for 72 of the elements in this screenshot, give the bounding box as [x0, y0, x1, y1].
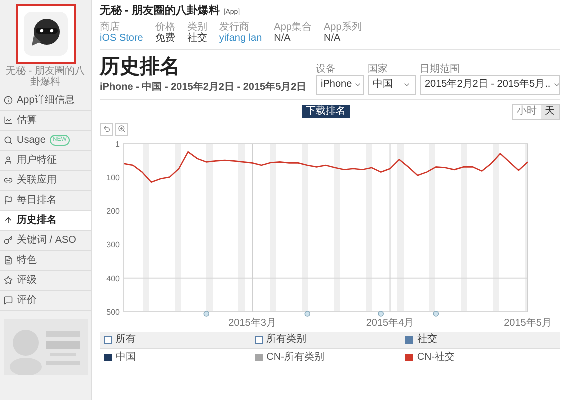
- menu-item-icon: [4, 156, 13, 165]
- menu-item-icon: [4, 136, 13, 145]
- legend-header-label: 社交: [417, 332, 438, 347]
- x-tick-label: 2015年4月: [366, 318, 414, 328]
- zoom-button[interactable]: [115, 122, 128, 136]
- checkbox[interactable]: [254, 336, 263, 344]
- legend-label: CN-所有类别: [266, 350, 324, 364]
- legend-header-label: 所有: [116, 332, 136, 347]
- sidebar-item[interactable]: App详细信息: [0, 91, 91, 111]
- sidebar-item[interactable]: 用户特征: [0, 151, 91, 171]
- filter-dropdown[interactable]: iPhone: [316, 74, 364, 94]
- note-marker-icon[interactable]: [433, 310, 440, 316]
- y-tick-label: 100: [106, 172, 120, 182]
- page-title: 历史排名: [100, 54, 181, 80]
- legend-header-label: 所有类别: [266, 332, 307, 347]
- filter-label: 设备: [316, 64, 337, 74]
- menu-item-icon: [4, 176, 13, 185]
- sidebar-item[interactable]: 关联应用: [0, 171, 91, 191]
- y-tick-label: 300: [106, 240, 120, 250]
- meta-label: App系列: [324, 22, 362, 32]
- page-subtitle: iPhone - 中国 - 2015年2月2日 - 2015年5月2日: [100, 80, 307, 94]
- granularity-tab[interactable]: 天: [541, 104, 559, 118]
- meta-label: 发行商: [219, 22, 250, 32]
- y-tick-label: 400: [106, 274, 120, 283]
- undo-icon: [102, 125, 110, 133]
- x-tick-label: 2015年3月: [228, 318, 276, 328]
- meta-value: 社交: [187, 32, 208, 44]
- note-marker-icon[interactable]: [204, 310, 210, 316]
- download-ranking-button[interactable]: 下载排名: [302, 105, 350, 118]
- zoom-icon: [118, 125, 126, 133]
- legend-label: CN-社交: [417, 350, 456, 364]
- menu-item-icon: [4, 296, 13, 305]
- meta-label: 价格: [155, 22, 176, 32]
- undo-button[interactable]: [100, 122, 113, 136]
- meta-value[interactable]: iOS Store: [100, 32, 144, 44]
- sidebar-item[interactable]: 评级: [0, 271, 91, 291]
- menu-item-icon: [4, 196, 13, 205]
- sidebar-item[interactable]: 关键词 / ASO: [0, 231, 91, 251]
- app-logo-icon: [24, 12, 68, 56]
- y-tick-label: 1: [116, 140, 120, 148]
- sidebar-item[interactable]: 特色: [0, 251, 91, 271]
- menu-item-icon: [4, 96, 13, 105]
- meta-value[interactable]: yifang lan: [219, 32, 262, 44]
- menu-item-icon: [4, 236, 13, 245]
- filter-label: 国家: [368, 64, 389, 74]
- meta-value: N/A: [274, 32, 291, 44]
- note-marker-icon[interactable]: [304, 310, 311, 316]
- y-tick-label: 500: [106, 308, 120, 316]
- x-tick-label: 2015年5月: [504, 318, 552, 328]
- filter-dropdown[interactable]: 2015年2月2日 - 2015年5月..: [420, 74, 560, 94]
- menu-item-icon: [4, 256, 13, 265]
- meta-value: N/A: [324, 32, 341, 44]
- note-marker-icon[interactable]: [378, 310, 384, 316]
- sidebar-item[interactable]: 评价: [0, 291, 91, 311]
- app-caption: 无秘 - 朋友圈的八卦爆料: [5, 66, 86, 88]
- menu-item-icon: [4, 216, 13, 225]
- sidebar-item[interactable]: 历史排名: [0, 211, 91, 231]
- sidebar-item[interactable]: 估算: [0, 111, 91, 131]
- checkbox[interactable]: [405, 336, 414, 344]
- meta-label: App集合: [274, 22, 312, 32]
- y-tick-label: 200: [106, 206, 120, 216]
- meta-label: 商店: [100, 22, 121, 32]
- legend-label: 中国: [116, 350, 136, 364]
- filter-dropdown[interactable]: 中国: [368, 74, 416, 94]
- checkbox[interactable]: [104, 336, 112, 344]
- app-title: 无秘 - 朋友圈的八卦爆料: [100, 4, 220, 19]
- meta-value: 免费: [155, 32, 176, 44]
- filter-label: 日期范围: [420, 64, 461, 74]
- menu-item-icon: [4, 116, 13, 125]
- meta-label: 类别: [187, 22, 208, 32]
- menu-item-icon: [4, 276, 13, 285]
- app-icon-frame[interactable]: [16, 4, 76, 64]
